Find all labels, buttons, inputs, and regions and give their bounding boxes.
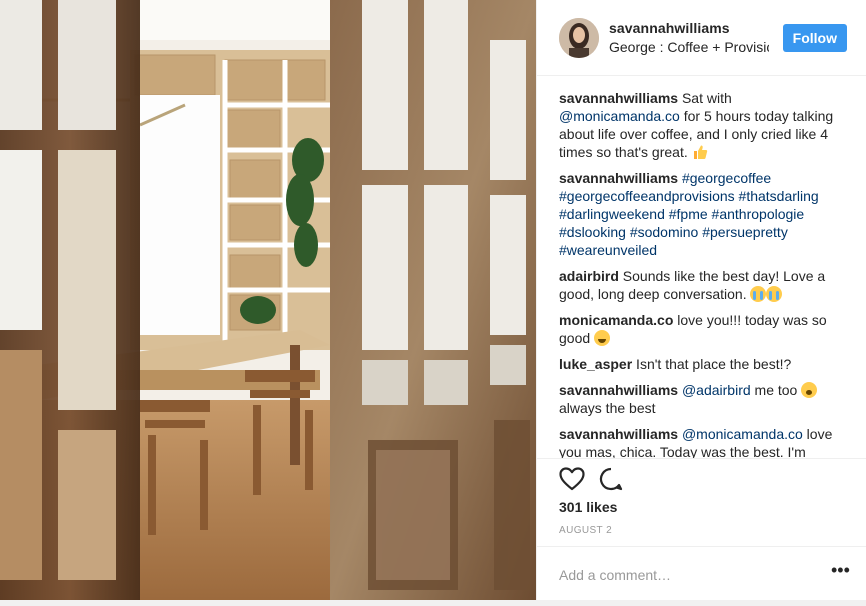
comment: savannahwilliams @adairbird me too alway…	[559, 381, 851, 417]
comment-username[interactable]: monicamanda.co	[559, 312, 673, 328]
comment-link[interactable]: @monicamanda.co	[559, 108, 680, 124]
more-options-icon[interactable]: •••	[831, 561, 850, 581]
crying-face-emoji-icon	[750, 286, 767, 302]
follow-button[interactable]: Follow	[782, 24, 847, 52]
like-count[interactable]: 301 likes	[559, 499, 617, 515]
crying-face-emoji-icon	[766, 286, 783, 302]
hugging-face-emoji-icon	[594, 330, 611, 346]
avatar[interactable]	[559, 18, 599, 58]
comment-text: Sat with	[678, 90, 732, 106]
post-sidebar: savannahwilliams George : Coffee + Provi…	[536, 0, 866, 600]
comment-username[interactable]: savannahwilliams	[559, 426, 678, 442]
comment-link[interactable]: @monicamanda.co	[682, 426, 803, 442]
comment-username[interactable]: luke_asper	[559, 356, 632, 372]
heart-icon[interactable]	[559, 467, 585, 491]
comment: adairbird Sounds like the best day! Love…	[559, 267, 851, 303]
weary-face-emoji-icon	[801, 382, 818, 398]
add-comment-input[interactable]	[559, 565, 809, 585]
comment-list: savannahwilliams Sat with @monicamanda.c…	[559, 86, 851, 458]
comment: savannahwilliams Sat with @monicamanda.c…	[559, 89, 851, 161]
post-author[interactable]: savannahwilliams	[609, 20, 730, 36]
post-header: savannahwilliams George : Coffee + Provi…	[537, 0, 866, 76]
post-image[interactable]	[0, 0, 536, 600]
comment: luke_asper Isn't that place the best!?	[559, 355, 851, 373]
page-bottom-strip	[0, 600, 866, 606]
comment-username[interactable]: savannahwilliams	[559, 382, 678, 398]
post-location[interactable]: George : Coffee + Provisions	[609, 39, 769, 55]
cafe-interior-photo	[0, 0, 536, 600]
comment-text: me too	[750, 382, 802, 398]
comment: savannahwilliams #georgecoffee #georgeco…	[559, 169, 851, 259]
comment-link[interactable]: @adairbird	[682, 382, 751, 398]
post-date: AUGUST 2	[559, 525, 613, 536]
comment-username[interactable]: adairbird	[559, 268, 619, 284]
comment-text: Isn't that place the best!?	[632, 356, 792, 372]
comment-bubble-icon[interactable]	[599, 467, 623, 491]
comment-username[interactable]: savannahwilliams	[559, 170, 678, 186]
add-comment-bar: •••	[537, 546, 866, 600]
comment-text: always the best	[559, 400, 656, 416]
thumbs-up-emoji-icon	[693, 145, 707, 159]
comment: savannahwilliams @monicamanda.co love yo…	[559, 425, 851, 458]
comment: monicamanda.co love you!!! today was so …	[559, 311, 851, 347]
comment-username[interactable]: savannahwilliams	[559, 90, 678, 106]
